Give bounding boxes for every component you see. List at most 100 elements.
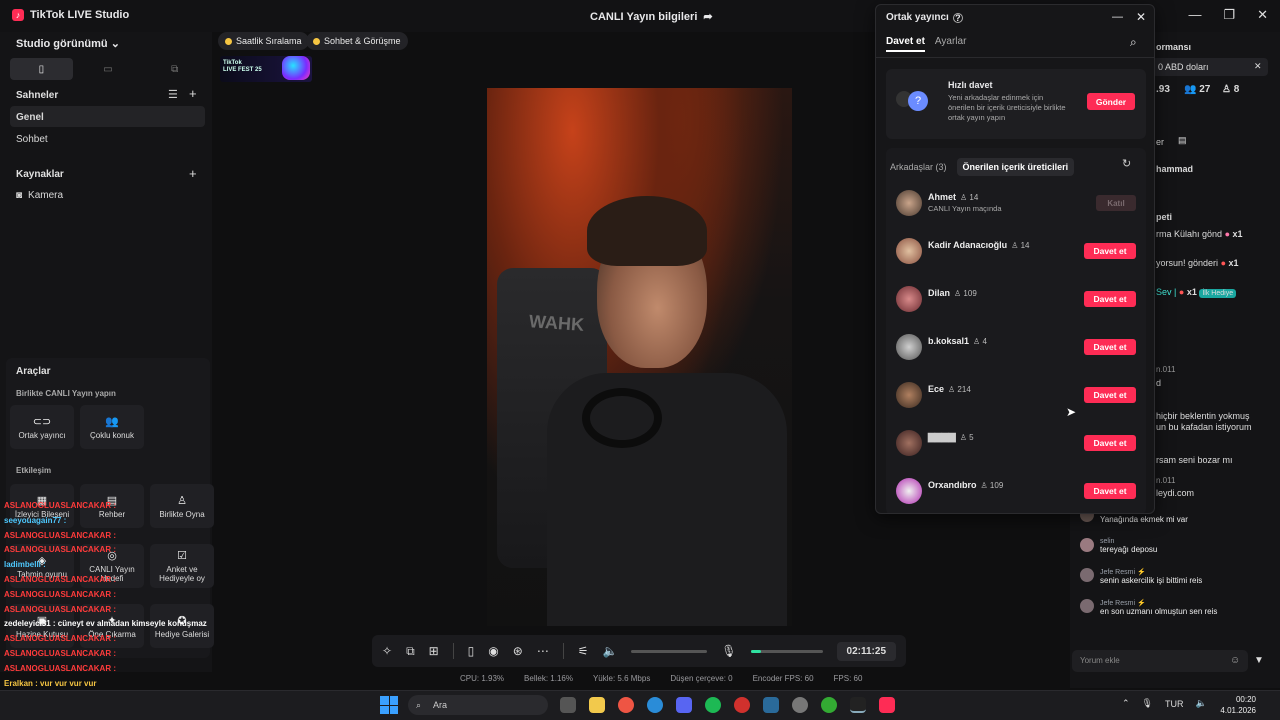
multi-guest-tool[interactable]: 👥 Çoklu konuk bbox=[80, 405, 144, 449]
invite-button[interactable]: Davet et bbox=[1084, 291, 1136, 307]
taskbar-clock[interactable]: 00:20 4.01.2026 bbox=[1220, 694, 1256, 716]
comment-text: tereyağı deposu bbox=[1100, 545, 1158, 554]
chat-line: ASLANOGLUASLANCAKAR : bbox=[4, 545, 116, 555]
layout-icon[interactable]: ⊞ bbox=[429, 644, 439, 658]
speaker-icon[interactable]: 🔈 bbox=[603, 644, 618, 658]
adjust-icon[interactable]: ⚟ bbox=[578, 644, 589, 658]
comment-placeholder: Yorum ekle bbox=[1080, 656, 1120, 665]
tab-invite[interactable]: Davet et bbox=[886, 36, 925, 52]
creator-name-text: Kadir Adanacıoğlu bbox=[928, 240, 1008, 250]
app-icon[interactable] bbox=[821, 697, 837, 713]
taskbar-search[interactable]: ⌕ Ara bbox=[408, 695, 548, 715]
creator-row: ▇▇▇▇ ♙ 5 Davet et bbox=[896, 430, 1136, 456]
live-info-link[interactable]: CANLI Yayın bilgileri ➦ bbox=[590, 10, 713, 24]
tab-suggested[interactable]: Önerilen içerik üreticileri bbox=[956, 158, 1075, 176]
invite-button[interactable]: Davet et bbox=[1084, 339, 1136, 355]
invite-button[interactable]: Davet et bbox=[1084, 483, 1136, 499]
scene-item-genel[interactable]: Genel bbox=[16, 112, 44, 123]
creator-name-text: Ahmet bbox=[928, 192, 957, 202]
co-host-tool[interactable]: ⊂⊃ Ortak yayıncı bbox=[10, 405, 74, 449]
language-indicator[interactable]: TUR bbox=[1165, 699, 1184, 709]
join-button[interactable]: Katıl bbox=[1096, 195, 1136, 211]
avatar bbox=[896, 286, 922, 312]
minimize-button[interactable]: — bbox=[1188, 7, 1201, 23]
magic-wand-icon[interactable]: ✧ bbox=[382, 644, 392, 658]
mic-level-slider[interactable] bbox=[750, 649, 823, 653]
gift-count: x1 bbox=[1228, 258, 1239, 268]
windows-start-icon[interactable] bbox=[380, 696, 398, 714]
opera-icon[interactable] bbox=[734, 697, 750, 713]
microphone-icon[interactable]: 🎙 bbox=[721, 644, 736, 658]
tab-friends[interactable]: Arkadaşlar (3) bbox=[890, 162, 947, 172]
close-icon[interactable]: ✕ bbox=[1254, 61, 1262, 72]
tab-settings[interactable]: Ayarlar bbox=[935, 36, 967, 52]
minimize-popup-button[interactable]: — bbox=[1112, 11, 1123, 23]
comment-input[interactable]: Yorum ekle bbox=[1072, 650, 1248, 672]
tiktok-live-icon[interactable] bbox=[879, 697, 895, 713]
file-explorer-icon[interactable] bbox=[589, 697, 605, 713]
record-icon[interactable]: ◉ bbox=[488, 644, 498, 658]
start-tile bbox=[380, 696, 389, 705]
live-info-label: CANLI Yayın bilgileri bbox=[590, 10, 698, 23]
maximize-button[interactable]: ❐ bbox=[1223, 7, 1235, 23]
creator-name: Orxandıbro ♙ 109 bbox=[928, 480, 1003, 490]
follower-count-value: 5 bbox=[969, 433, 974, 442]
volume-slider[interactable] bbox=[631, 649, 708, 653]
add-source-icon[interactable]: + bbox=[189, 166, 197, 181]
studio-view-dropdown[interactable]: Studio görünümü ⌄ bbox=[16, 37, 120, 50]
invite-button[interactable]: Davet et bbox=[1084, 243, 1136, 259]
chair-logo: WAHK bbox=[528, 311, 585, 335]
avatar bbox=[896, 478, 922, 504]
scene-item-sohbet[interactable]: Sohbet bbox=[16, 134, 48, 145]
follower-count-value: 109 bbox=[989, 481, 1004, 490]
more-icon[interactable]: ⋯ bbox=[537, 644, 549, 658]
landscape-view-button[interactable]: ▭ bbox=[77, 58, 140, 80]
filter-icon[interactable]: ▼ bbox=[1254, 655, 1264, 666]
person-icon: ♙ bbox=[960, 193, 968, 202]
chat-meetup-chip[interactable]: Sohbet & Görüşme bbox=[306, 32, 408, 50]
search-icon[interactable]: ⌕ bbox=[1130, 35, 1137, 50]
close-button[interactable]: ✕ bbox=[1257, 7, 1268, 23]
phone-icon[interactable]: ▯ bbox=[468, 644, 475, 658]
creator-status: CANLI Yayın maçında bbox=[928, 204, 1002, 213]
interaction-header: Etkileşim bbox=[16, 466, 52, 475]
microphone-icon[interactable]: 🎙 bbox=[1142, 698, 1153, 709]
discord-icon[interactable] bbox=[676, 697, 692, 713]
obs-icon[interactable] bbox=[850, 697, 866, 713]
followers-stat: ♙ 8 bbox=[1222, 84, 1239, 95]
send-button[interactable]: Gönder bbox=[1087, 93, 1135, 110]
close-popup-button[interactable]: ✕ bbox=[1136, 10, 1146, 24]
list-icon[interactable]: ☰ bbox=[168, 88, 178, 101]
settings-icon[interactable] bbox=[792, 697, 808, 713]
invite-button[interactable]: Davet et bbox=[1084, 387, 1136, 403]
person-icon: ♙ bbox=[959, 433, 967, 442]
gift-text: yorsun! gönderi bbox=[1156, 258, 1219, 268]
stat-memory: Bellek: 1.16% bbox=[524, 674, 573, 683]
emoji-icon[interactable]: ☺ bbox=[1230, 655, 1240, 666]
app-title: ♪ TikTok LIVE Studio bbox=[12, 9, 129, 21]
edge-icon[interactable] bbox=[647, 697, 663, 713]
dual-view-button[interactable]: ⧉ bbox=[143, 58, 206, 80]
right-tab-fragment[interactable]: er bbox=[1156, 137, 1164, 147]
spotify-icon[interactable] bbox=[705, 697, 721, 713]
portrait-view-button[interactable]: ▯ bbox=[10, 58, 73, 80]
list-icon[interactable]: ▤ bbox=[1178, 135, 1187, 146]
add-scene-icon[interactable]: + bbox=[189, 86, 197, 101]
speaker-icon[interactable]: 🔈 bbox=[1195, 698, 1206, 709]
effects-icon[interactable]: ⧉ bbox=[406, 644, 415, 659]
follower-count-value: 14 bbox=[969, 193, 979, 202]
hourly-ranking-chip[interactable]: Saatlik Sıralama bbox=[218, 32, 309, 50]
tool-label: Ortak yayıncı bbox=[18, 430, 66, 440]
task-view-icon[interactable] bbox=[560, 697, 576, 713]
refresh-icon[interactable]: ↻ bbox=[1122, 157, 1131, 170]
camera-settings-icon[interactable]: ⊛ bbox=[513, 644, 523, 658]
source-item-camera[interactable]: ◙ Kamera bbox=[16, 190, 63, 201]
chrome-icon[interactable] bbox=[618, 697, 634, 713]
info-icon[interactable]: ? bbox=[952, 12, 963, 23]
search-icon: ⌕ bbox=[416, 699, 422, 710]
person-icon: ♙ bbox=[973, 337, 981, 346]
avatar bbox=[896, 430, 922, 456]
invite-button[interactable]: Davet et bbox=[1084, 435, 1136, 451]
game-launcher-icon[interactable] bbox=[763, 697, 779, 713]
chevron-up-icon[interactable]: ⌃ bbox=[1122, 698, 1130, 709]
